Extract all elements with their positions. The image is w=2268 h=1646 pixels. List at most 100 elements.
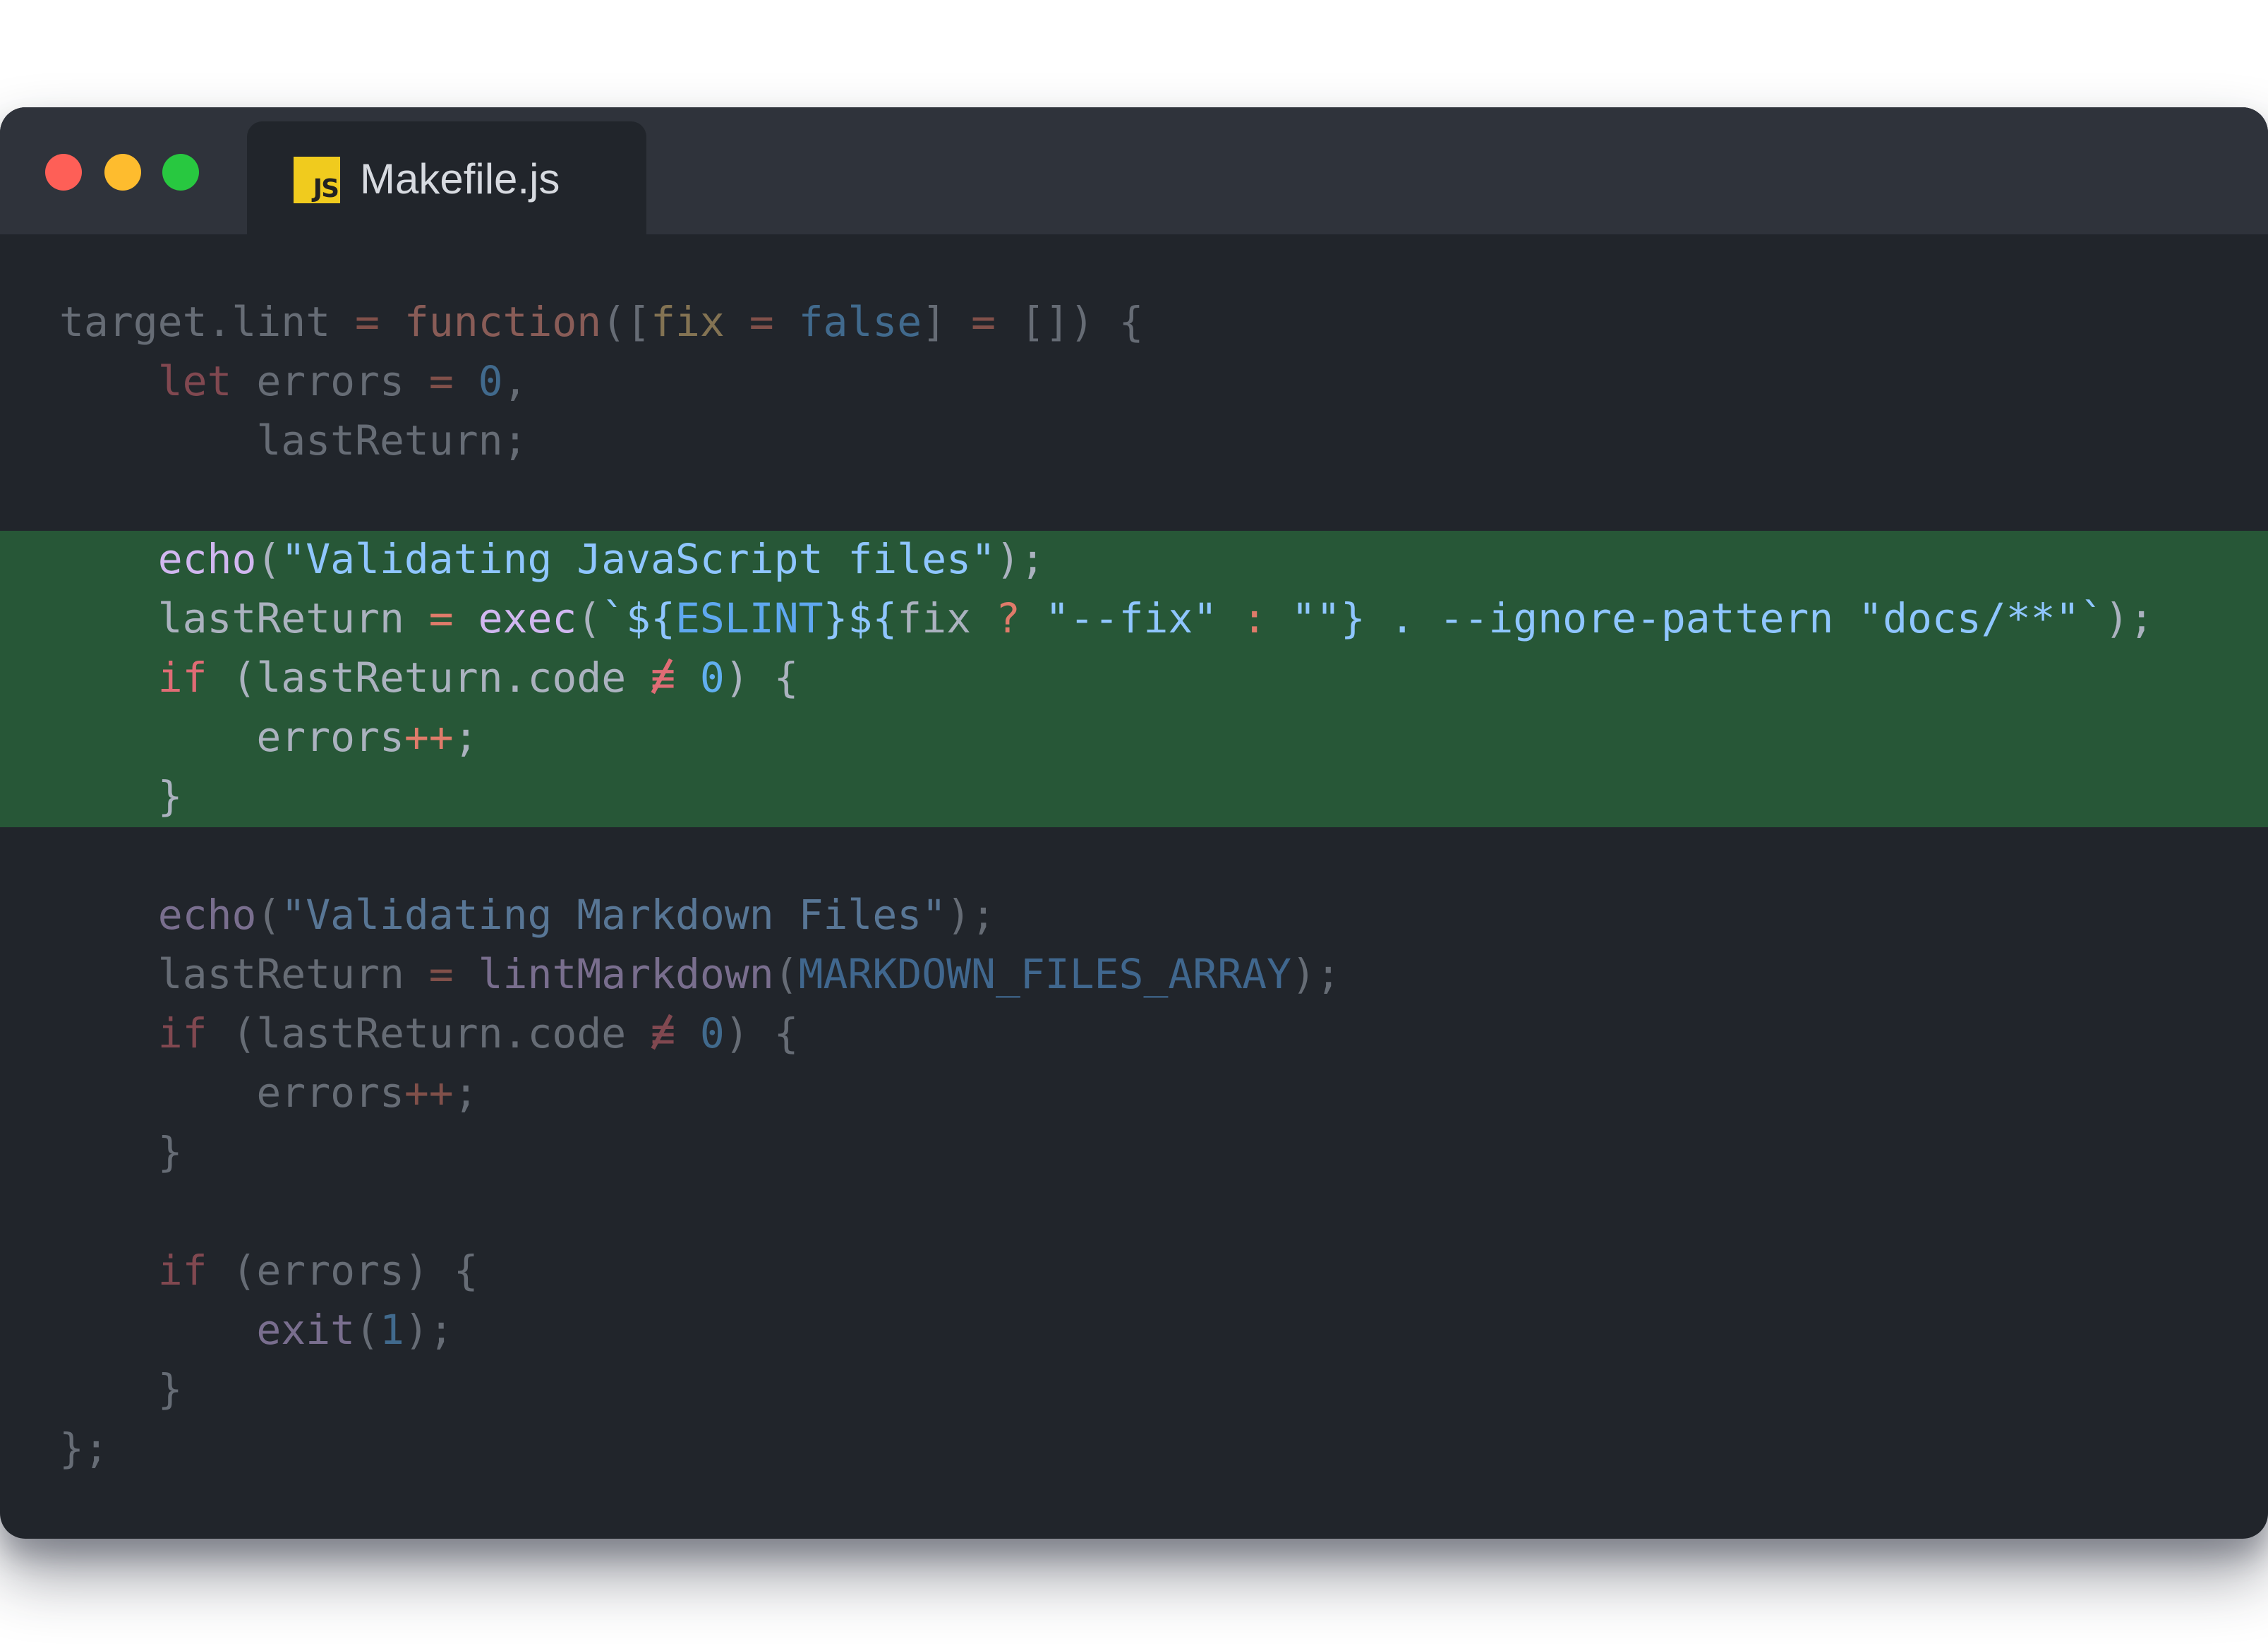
code-token: []) { [995,298,1144,346]
code-token: = [355,298,380,346]
code-token: } [59,772,183,820]
code-token: = [428,950,454,998]
code-token: `${ [601,594,676,642]
not-equal-operator: ≡ [651,1004,675,1063]
code-line: lastReturn = lintMarkdown(MARKDOWN_FILES… [59,944,2154,1004]
code-token: lastReturn [59,594,429,642]
code-token: }; [59,1424,109,1472]
code-token: exit [256,1306,356,1354]
code-token: 0 [478,357,503,405]
code-token: echo [157,891,257,939]
tab-makefile[interactable]: JS Makefile.js [247,121,646,234]
not-equal-operator: ≡ [651,648,675,707]
code-token: MARKDOWN_FILES_ARRAY [798,950,1291,998]
code-token: , [502,357,528,405]
code-line: exit(1); [59,1300,2154,1359]
code-token: echo [157,535,257,583]
code-token: ( [577,594,602,642]
code-token: (lastReturn.code [207,654,651,702]
code-token: ); [404,1306,454,1354]
code-line: } [59,1122,2154,1182]
tab-title: Makefile.js [360,155,560,203]
code-token: ( [355,1306,380,1354]
code-token: ([ [601,298,651,346]
code-line: echo("Validating JavaScript files"); [59,529,2154,589]
code-line: if (errors) { [59,1241,2154,1300]
code-line: echo("Validating Markdown Files"); [59,885,2154,944]
code-token: 1 [379,1306,404,1354]
code-token: } [1340,594,1365,642]
javascript-file-icon: JS [294,157,340,203]
code-token: exec [478,594,577,642]
code-token: ) { [724,1009,799,1057]
code-token: : [1242,594,1267,642]
code-token: . --ignore-pattern "docs/**"` [1365,594,2105,642]
code-token: errors [59,713,404,761]
code-token: 0 [699,654,725,702]
code-token: ) { [724,654,799,702]
code-token: (errors) { [207,1246,478,1294]
code-token: ESLINT [675,594,824,642]
code-token: if [157,654,207,702]
code-token: ( [773,950,799,998]
code-editor[interactable]: target.lint = function([fix = false] = [… [59,292,2154,1478]
code-token: ); [2104,594,2154,642]
code-token: ( [256,891,282,939]
code-token: false [798,298,922,346]
code-line: } [59,1359,2154,1419]
code-token: "Validating JavaScript files" [281,535,996,583]
code-token: = [428,357,454,405]
code-token: lintMarkdown [478,950,774,998]
close-button[interactable] [45,154,82,191]
code-line: }; [59,1419,2154,1478]
code-token: errors [231,357,429,405]
code-token: ); [995,535,1045,583]
code-token: lastReturn; [59,416,528,464]
code-token: (lastReturn.code [207,1009,651,1057]
code-token: ( [256,535,282,583]
code-line: } [59,767,2154,826]
code-line: errors++; [59,707,2154,767]
code-token: errors [59,1069,404,1117]
code-token: } [59,1128,183,1176]
code-line: lastReturn; [59,411,2154,470]
code-token: if [157,1246,207,1294]
code-token: } [59,1365,183,1413]
code-token: target.lint [59,298,356,346]
code-token: ? [995,594,1020,642]
minimize-button[interactable] [104,154,141,191]
code-token: = [971,298,996,346]
code-token: = [428,594,454,642]
code-token: ); [1291,950,1341,998]
code-token: ; [453,713,478,761]
code-line: target.lint = function([fix = false] = [… [59,292,2154,352]
code-token: function [404,298,602,346]
code-token: 0 [699,1009,725,1057]
code-token: fix [897,594,996,642]
code-token: fix [651,298,725,346]
code-window: JS Makefile.js target.lint = function([f… [0,107,2268,1539]
code-token: "Validating Markdown Files" [281,891,947,939]
maximize-button[interactable] [162,154,199,191]
title-bar: JS Makefile.js [0,107,2268,234]
code-token: if [157,1009,207,1057]
code-token: let [157,357,232,405]
